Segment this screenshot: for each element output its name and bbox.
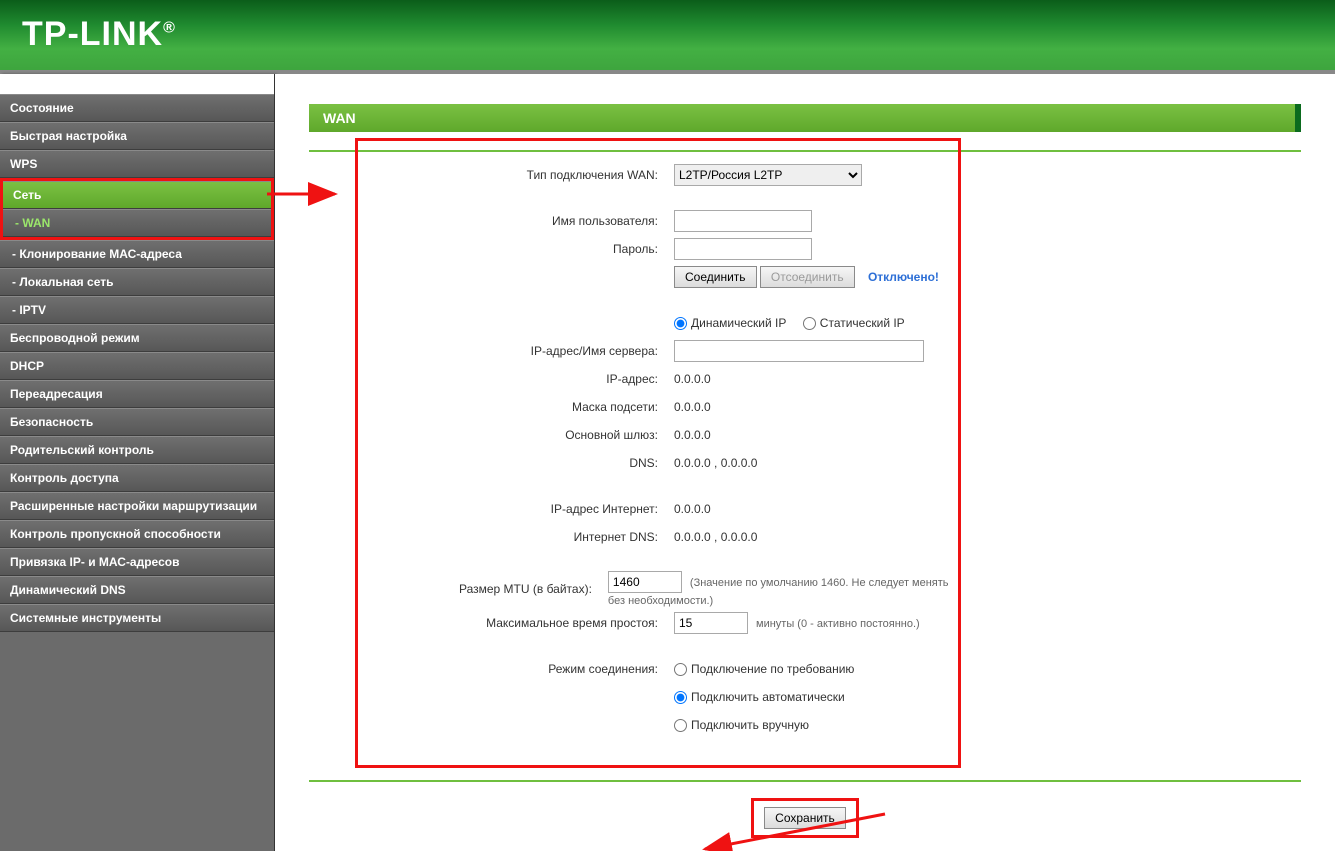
menu-parental[interactable]: Родительский контроль — [0, 436, 274, 464]
menu-forwarding[interactable]: Переадресация — [0, 380, 274, 408]
disconnect-button[interactable]: Отсоединить — [760, 266, 855, 288]
menu-wan[interactable]: - WAN — [3, 209, 271, 237]
menu-quick-setup[interactable]: Быстрая настройка — [0, 122, 274, 150]
label-inet-dns: Интернет DNS: — [358, 530, 668, 544]
label-conn-type: Тип подключения WAN: — [358, 168, 668, 182]
menu-wps[interactable]: WPS — [0, 150, 274, 178]
hint-idle: минуты (0 - активно постоянно.) — [756, 618, 920, 630]
label-mode: Режим соединения: — [358, 662, 668, 676]
label-gateway: Основной шлюз: — [358, 428, 668, 442]
label-dns: DNS: — [358, 456, 668, 470]
menu-mac-clone[interactable]: - Клонирование МАС-адреса — [0, 240, 274, 268]
label-password: Пароль: — [358, 242, 668, 256]
sidebar: СостояниеБыстрая настройкаWPS Сеть - WAN… — [0, 74, 275, 851]
menu-dhcp[interactable]: DHCP — [0, 352, 274, 380]
input-password[interactable] — [674, 238, 812, 260]
top-banner: TP-LINK® — [0, 0, 1335, 74]
status-text: Отключено! — [868, 270, 939, 284]
menu-bind[interactable]: Привязка IP- и МАС-адресов — [0, 548, 274, 576]
radio-dynamic-ip[interactable] — [674, 317, 687, 330]
value-ip: 0.0.0.0 — [668, 372, 711, 386]
menu-iptv[interactable]: - IPTV — [0, 296, 274, 324]
label-mask: Маска подсети: — [358, 400, 668, 414]
menu-access[interactable]: Контроль доступа — [0, 464, 274, 492]
input-username[interactable] — [674, 210, 812, 232]
page-title: WAN — [309, 104, 1301, 132]
menu-security[interactable]: Безопасность — [0, 408, 274, 436]
input-mtu[interactable] — [608, 571, 682, 593]
label-username: Имя пользователя: — [358, 214, 668, 228]
radio-mode-demand-wrap[interactable]: Подключение по требованию — [674, 662, 854, 676]
radio-mode-auto-wrap[interactable]: Подключить автоматически — [674, 690, 845, 704]
menu-ddns[interactable]: Динамический DNS — [0, 576, 274, 604]
brand-logo: TP-LINK® — [0, 0, 1335, 54]
radio-static-ip[interactable] — [803, 317, 816, 330]
radio-static-ip-wrap[interactable]: Статический IP — [803, 316, 905, 330]
radio-mode-manual[interactable] — [674, 719, 687, 732]
menu-bandwidth[interactable]: Контроль пропускной способности — [0, 520, 274, 548]
connect-button[interactable]: Соединить — [674, 266, 757, 288]
menu-system[interactable]: Системные инструменты — [0, 604, 274, 632]
value-inet-ip: 0.0.0.0 — [668, 502, 711, 516]
radio-mode-auto[interactable] — [674, 691, 687, 704]
label-idle: Максимальное время простоя: — [358, 616, 668, 630]
select-conn-type[interactable]: L2TP/Россия L2TP — [674, 164, 862, 186]
label-inet-ip: IP-адрес Интернет: — [358, 502, 668, 516]
menu-wireless[interactable]: Беспроводной режим — [0, 324, 274, 352]
menu-routing[interactable]: Расширенные настройки маршрутизации — [0, 492, 274, 520]
label-server: IP-адрес/Имя сервера: — [358, 344, 668, 358]
label-ip: IP-адрес: — [358, 372, 668, 386]
sidebar-highlight-box: Сеть - WAN — [0, 178, 274, 240]
save-highlight-box: Сохранить — [751, 798, 859, 838]
value-inet-dns: 0.0.0.0 , 0.0.0.0 — [668, 530, 757, 544]
menu-status[interactable]: Состояние — [0, 94, 274, 122]
menu-lan[interactable]: - Локальная сеть — [0, 268, 274, 296]
input-server[interactable] — [674, 340, 924, 362]
radio-dynamic-ip-wrap[interactable]: Динамический IP — [674, 316, 786, 330]
input-idle[interactable] — [674, 612, 748, 634]
value-dns: 0.0.0.0 , 0.0.0.0 — [668, 456, 757, 470]
annotation-arrow-1 — [265, 174, 345, 214]
save-button[interactable]: Сохранить — [764, 807, 846, 829]
menu-network[interactable]: Сеть — [3, 181, 271, 209]
radio-mode-manual-wrap[interactable]: Подключить вручную — [674, 718, 809, 732]
content-area: WAN Тип подключения WAN: L2TP/Россия L2T… — [275, 74, 1335, 851]
form-box: Тип подключения WAN: L2TP/Россия L2TP Им… — [355, 138, 961, 768]
value-gateway: 0.0.0.0 — [668, 428, 711, 442]
label-mtu: Размер MTU (в байтах): — [358, 582, 602, 596]
radio-mode-demand[interactable] — [674, 663, 687, 676]
value-mask: 0.0.0.0 — [668, 400, 711, 414]
